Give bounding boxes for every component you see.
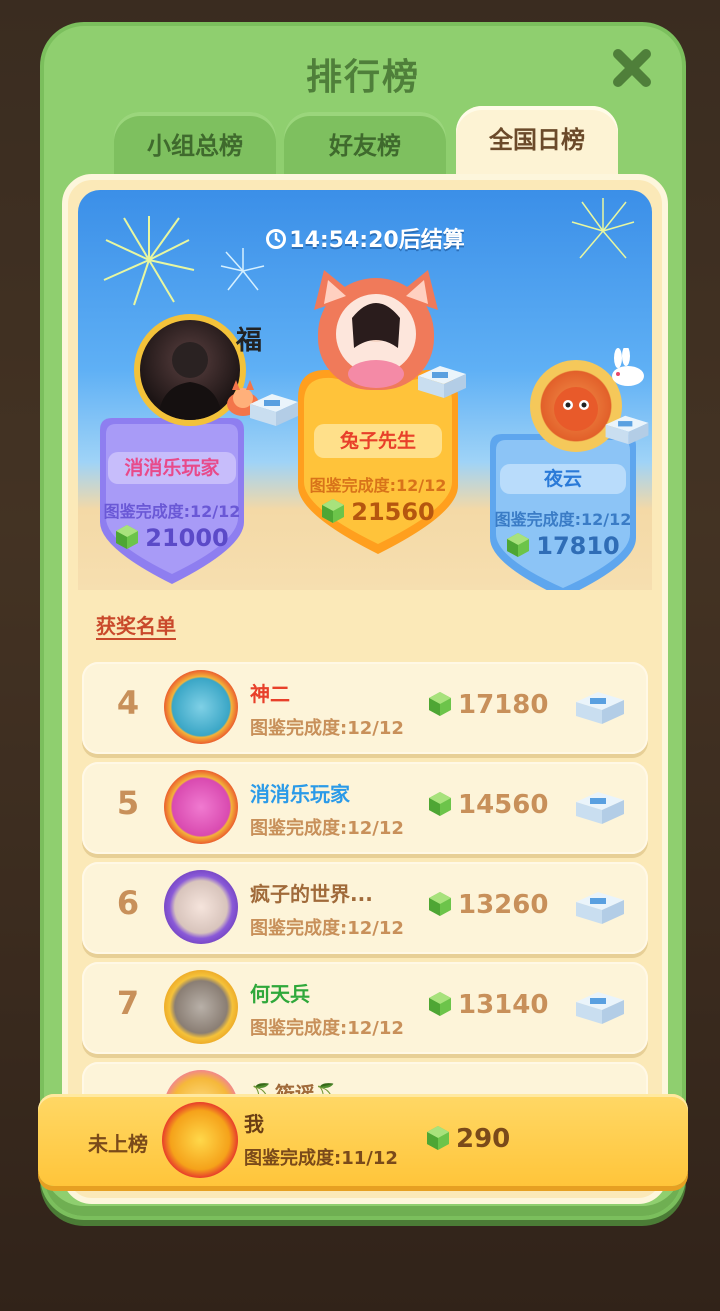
rank-number: 4 xyxy=(116,684,140,722)
podium-progress-third: 图鉴完成度:12/12 xyxy=(494,510,632,529)
avatar[interactable] xyxy=(164,670,238,744)
gem-icon xyxy=(429,692,451,716)
reward-box-icon xyxy=(576,892,624,924)
my-name: 我 xyxy=(244,1112,264,1136)
reward-box-icon xyxy=(576,992,624,1024)
score-value: 13260 xyxy=(458,890,549,920)
page-title: 排行榜 xyxy=(305,57,420,98)
my-collection-progress: 图鉴完成度:11/12 xyxy=(244,1148,398,1169)
player-name: 疯子的世界... xyxy=(250,882,373,906)
my-score-value: 290 xyxy=(456,1124,511,1154)
collection-progress: 图鉴完成度:12/12 xyxy=(250,818,404,839)
gem-icon xyxy=(429,792,451,816)
my-rank-bar[interactable]: 未上榜 我 图鉴完成度:11/12 290 xyxy=(38,1094,688,1186)
gem-icon xyxy=(507,533,530,557)
rabbit-icon xyxy=(612,348,644,386)
ranking-content: 14:54:20后结算 消消乐玩家 图鉴完成度:12/12 21000 福 兔子… xyxy=(62,174,668,1204)
collection-progress: 图鉴完成度:12/12 xyxy=(250,718,404,739)
player-name: 何天兵 xyxy=(250,982,310,1006)
my-score: 290 xyxy=(426,1124,510,1154)
winners-list-label: 获奖名单 xyxy=(96,614,176,638)
reward-box-icon xyxy=(576,792,624,824)
player-score: 17180 xyxy=(428,690,548,720)
score-value: 13140 xyxy=(458,990,549,1020)
podium-name-second: 消消乐玩家 xyxy=(108,452,236,484)
close-icon xyxy=(613,49,651,87)
podium-progress-first: 图鉴完成度:12/12 xyxy=(309,476,447,495)
podium-third[interactable]: 夜云 图鉴完成度:12/12 17810 xyxy=(484,434,642,590)
close-button[interactable] xyxy=(610,46,654,90)
podium-score-second-value: 21000 xyxy=(145,524,229,552)
score-value: 14560 xyxy=(458,790,549,820)
player-score: 14560 xyxy=(428,790,548,820)
rank-number: 7 xyxy=(116,984,140,1022)
podium-name-third: 夜云 xyxy=(500,464,626,494)
podium-score-first-value: 21560 xyxy=(351,498,435,526)
avatar[interactable] xyxy=(164,770,238,844)
player-score: 13140 xyxy=(428,990,548,1020)
list-item[interactable]: 7 何天兵 图鉴完成度:12/12 13140 xyxy=(82,962,648,1054)
leaderboard-panel: 排行榜 小组总榜 好友榜 全国日榜 14:54:20后结算 消消乐玩家 图鉴完成… xyxy=(40,22,686,1220)
rank-number: 5 xyxy=(116,784,140,822)
collection-progress: 图鉴完成度:12/12 xyxy=(250,918,404,939)
score-value: 17180 xyxy=(458,690,549,720)
player-name: 神二 xyxy=(250,682,290,706)
reward-box-icon xyxy=(576,692,624,724)
timer-text: 14:54:20后结算 xyxy=(289,228,465,253)
clock-icon xyxy=(266,229,287,249)
list-item[interactable]: 4 神二 图鉴完成度:12/12 17180 xyxy=(82,662,648,754)
cat-ears-frame-icon xyxy=(314,270,438,310)
podium-score-third: 17810 xyxy=(484,532,642,560)
settlement-timer: 14:54:20后结算 xyxy=(78,222,652,254)
podium-area: 14:54:20后结算 消消乐玩家 图鉴完成度:12/12 21000 福 兔子… xyxy=(78,190,652,590)
gem-icon xyxy=(116,525,139,549)
collection-progress: 图鉴完成度:12/12 xyxy=(250,1018,404,1039)
gem-icon xyxy=(322,499,345,523)
avatar[interactable] xyxy=(164,970,238,1044)
podium-score-first: 21560 xyxy=(290,498,466,526)
gem-icon xyxy=(427,1126,449,1150)
reward-box-icon xyxy=(418,366,466,398)
my-rank-status: 未上榜 xyxy=(88,1132,148,1156)
avatar[interactable] xyxy=(164,870,238,944)
list-item[interactable]: 5 消消乐玩家 图鉴完成度:12/12 14560 xyxy=(82,762,648,854)
player-score: 13260 xyxy=(428,890,548,920)
rank-number: 6 xyxy=(116,884,140,922)
my-avatar[interactable] xyxy=(162,1102,238,1178)
podium-score-second: 21000 xyxy=(92,524,252,552)
list-item[interactable]: 6 疯子的世界... 图鉴完成度:12/12 13260 xyxy=(82,862,648,954)
player-name: 消消乐玩家 xyxy=(250,782,350,806)
podium-second[interactable]: 消消乐玩家 图鉴完成度:12/12 21000 xyxy=(92,418,252,588)
podium-name-first: 兔子先生 xyxy=(314,424,442,458)
gem-icon xyxy=(429,892,451,916)
reward-box-icon xyxy=(605,415,649,445)
gem-icon xyxy=(429,992,451,1016)
podium-progress-second: 图鉴完成度:12/12 xyxy=(103,502,241,521)
fu-badge-icon: 福 xyxy=(236,326,263,356)
podium-score-third-value: 17810 xyxy=(536,532,620,560)
